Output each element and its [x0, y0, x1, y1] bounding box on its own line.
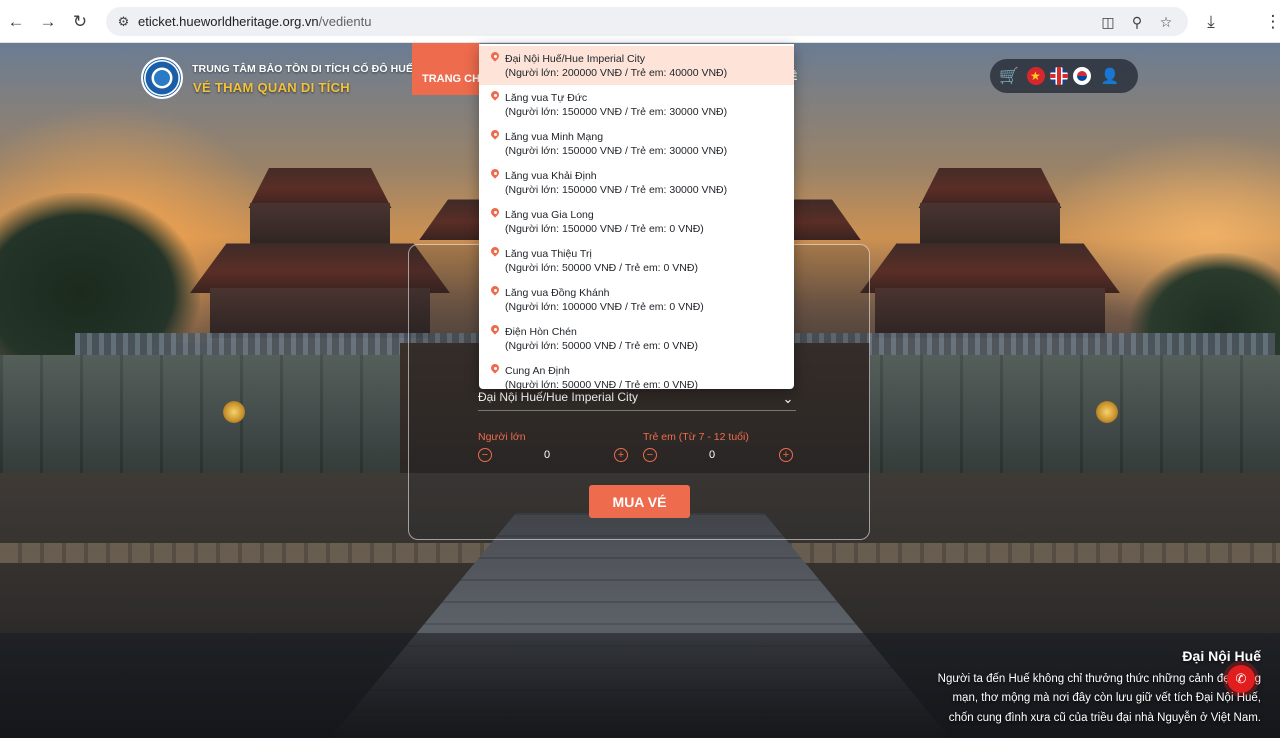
org-name: TRUNG TÂM BẢO TỒN DI TÍCH CỐ ĐÔ HUẾ	[192, 63, 414, 75]
adult-plus-button[interactable]: +	[614, 448, 628, 462]
adult-quantity[interactable]: 0	[537, 449, 557, 461]
dropdown-item[interactable]: Điện Hòn Chén (Người lớn: 50000 VNĐ / Tr…	[479, 319, 794, 358]
pavilion-shape	[210, 288, 430, 338]
dropdown-item-name: Điện Hòn Chén	[505, 326, 577, 338]
dropdown-item-name: Cung An Định	[505, 365, 570, 377]
chevron-down-icon[interactable]: ⌄	[780, 391, 796, 407]
caption-line: chốn cung đình xưa cũ của triều đại nhà …	[948, 712, 1261, 724]
address-bar[interactable]: ⚙ eticket.hueworldheritage.org.vn/vedien…	[106, 7, 1188, 36]
dropdown-item-name: Đại Nội Huế/Hue Imperial City	[505, 53, 646, 65]
dropdown-item-price: (Người lớn: 200000 VNĐ / Trẻ em: 40000 V…	[505, 67, 728, 79]
site-dropdown-list: Đại Nội Huế/Hue Imperial City (Người lớn…	[479, 44, 794, 389]
dropdown-item-price: (Người lớn: 150000 VNĐ / Trẻ em: 30000 V…	[505, 145, 728, 157]
back-icon[interactable]: ←	[5, 11, 27, 33]
location-pin-icon	[490, 52, 500, 64]
pavilion-shape	[875, 288, 1105, 338]
roof-shape	[860, 243, 1120, 293]
dropdown-item[interactable]: Lăng vua Minh Mạng (Người lớn: 150000 VN…	[479, 124, 794, 163]
reload-icon[interactable]: ↻	[69, 11, 91, 33]
adult-label: Người lớn	[478, 431, 526, 443]
dropdown-item[interactable]: Lăng vua Gia Long (Người lớn: 150000 VNĐ…	[479, 202, 794, 241]
child-quantity[interactable]: 0	[702, 449, 722, 461]
flag-uk-icon[interactable]	[1050, 67, 1068, 85]
child-label: Trẻ em (Từ 7 - 12 tuổi)	[643, 431, 749, 443]
dropdown-item-price: (Người lớn: 100000 VNĐ / Trẻ em: 0 VNĐ)	[505, 301, 704, 313]
dropdown-item-price: (Người lớn: 50000 VNĐ / Trẻ em: 0 VNĐ)	[505, 340, 698, 352]
dropdown-item-name: Lăng vua Tự Đức	[505, 92, 588, 104]
dropdown-item[interactable]: Lăng vua Đồng Khánh (Người lớn: 100000 V…	[479, 280, 794, 319]
dropdown-item-price: (Người lớn: 150000 VNĐ / Trẻ em: 0 VNĐ)	[505, 223, 704, 235]
site-subtitle: VÉ THAM QUAN DI TÍCH	[193, 80, 350, 95]
logo-inner	[154, 70, 170, 86]
flag-kr-icon[interactable]	[1073, 67, 1091, 85]
dropdown-item-price: (Người lớn: 50000 VNĐ / Trẻ em: 0 VNĐ)	[505, 379, 698, 389]
dropdown-item[interactable]: Lăng vua Khải Định (Người lớn: 150000 VN…	[479, 163, 794, 202]
url-host: eticket.hueworldheritage.org.vn	[138, 14, 319, 29]
dropdown-item[interactable]: Cung An Định (Người lớn: 50000 VNĐ / Trẻ…	[479, 358, 794, 389]
browser-toolbar: ← → ↻ ⚙ eticket.hueworldheritage.org.vn/…	[0, 0, 1280, 43]
location-pin-icon	[490, 169, 500, 181]
select-underline	[478, 410, 796, 411]
medallion	[223, 401, 245, 423]
dropdown-item-price: (Người lớn: 50000 VNĐ / Trẻ em: 0 VNĐ)	[505, 262, 698, 274]
pavilion-shape	[250, 203, 390, 248]
caption-line: mạn, thơ mộng mà nơi đây còn lưu giữ vết…	[952, 692, 1261, 704]
phone-icon[interactable]: ✆	[1227, 665, 1255, 693]
location-pin-icon	[490, 208, 500, 220]
dropdown-item-price: (Người lớn: 150000 VNĐ / Trẻ em: 30000 V…	[505, 184, 728, 196]
medallion	[1096, 401, 1118, 423]
url-path: /vedientu	[318, 14, 372, 29]
cart-icon[interactable]: 🛒	[999, 66, 1019, 86]
site-select[interactable]: Đại Nội Huế/Hue Imperial City	[478, 390, 796, 410]
location-pin-icon	[490, 364, 500, 376]
location-pin-icon	[490, 130, 500, 142]
pavilion-shape	[920, 203, 1060, 248]
nav-home[interactable]: TRANG CH	[412, 43, 480, 95]
site-logo[interactable]	[141, 57, 183, 99]
header-actions: 🛒 👤	[990, 59, 1138, 93]
dropdown-item-name: Lăng vua Khải Định	[505, 170, 597, 182]
location-pin-icon	[490, 91, 500, 103]
adult-minus-button[interactable]: −	[478, 448, 492, 462]
install-app-icon[interactable]: ◫	[1099, 13, 1117, 31]
dropdown-item-price: (Người lớn: 150000 VNĐ / Trẻ em: 30000 V…	[505, 106, 728, 118]
dropdown-item[interactable]: Đại Nội Huế/Hue Imperial City (Người lớn…	[479, 46, 794, 85]
dropdown-item[interactable]: Lăng vua Tự Đức (Người lớn: 150000 VNĐ /…	[479, 85, 794, 124]
dropdown-item[interactable]: Lăng vua Thiệu Trị (Người lớn: 50000 VNĐ…	[479, 241, 794, 280]
download-icon[interactable]: ⤓	[1200, 11, 1222, 33]
flag-vn-icon[interactable]	[1027, 67, 1045, 85]
bookmark-star-icon[interactable]: ☆	[1157, 13, 1175, 31]
caption-line: Người ta đến Huế không chỉ thưởng thức n…	[937, 673, 1261, 685]
site-info-icon[interactable]: ⚙	[115, 13, 132, 30]
user-icon[interactable]: 👤	[1100, 66, 1120, 86]
dropdown-item-name: Lăng vua Minh Mạng	[505, 131, 604, 143]
dropdown-item-name: Lăng vua Thiệu Trị	[505, 248, 592, 260]
dropdown-item-name: Lăng vua Gia Long	[505, 209, 594, 221]
location-pin-icon	[490, 247, 500, 259]
buy-ticket-button[interactable]: MUA VÉ	[589, 485, 690, 518]
zoom-icon[interactable]: ⚲	[1128, 13, 1146, 31]
child-plus-button[interactable]: +	[779, 448, 793, 462]
location-pin-icon	[490, 325, 500, 337]
url-text[interactable]: eticket.hueworldheritage.org.vn/vedientu	[138, 14, 371, 29]
caption-title: Đại Nội Huế	[1182, 648, 1261, 664]
forward-icon[interactable]: →	[37, 11, 59, 33]
location-pin-icon	[490, 286, 500, 298]
menu-kebab-icon[interactable]: ⋮	[1262, 11, 1280, 33]
child-minus-button[interactable]: −	[643, 448, 657, 462]
dropdown-item-name: Lăng vua Đồng Khánh	[505, 287, 610, 299]
